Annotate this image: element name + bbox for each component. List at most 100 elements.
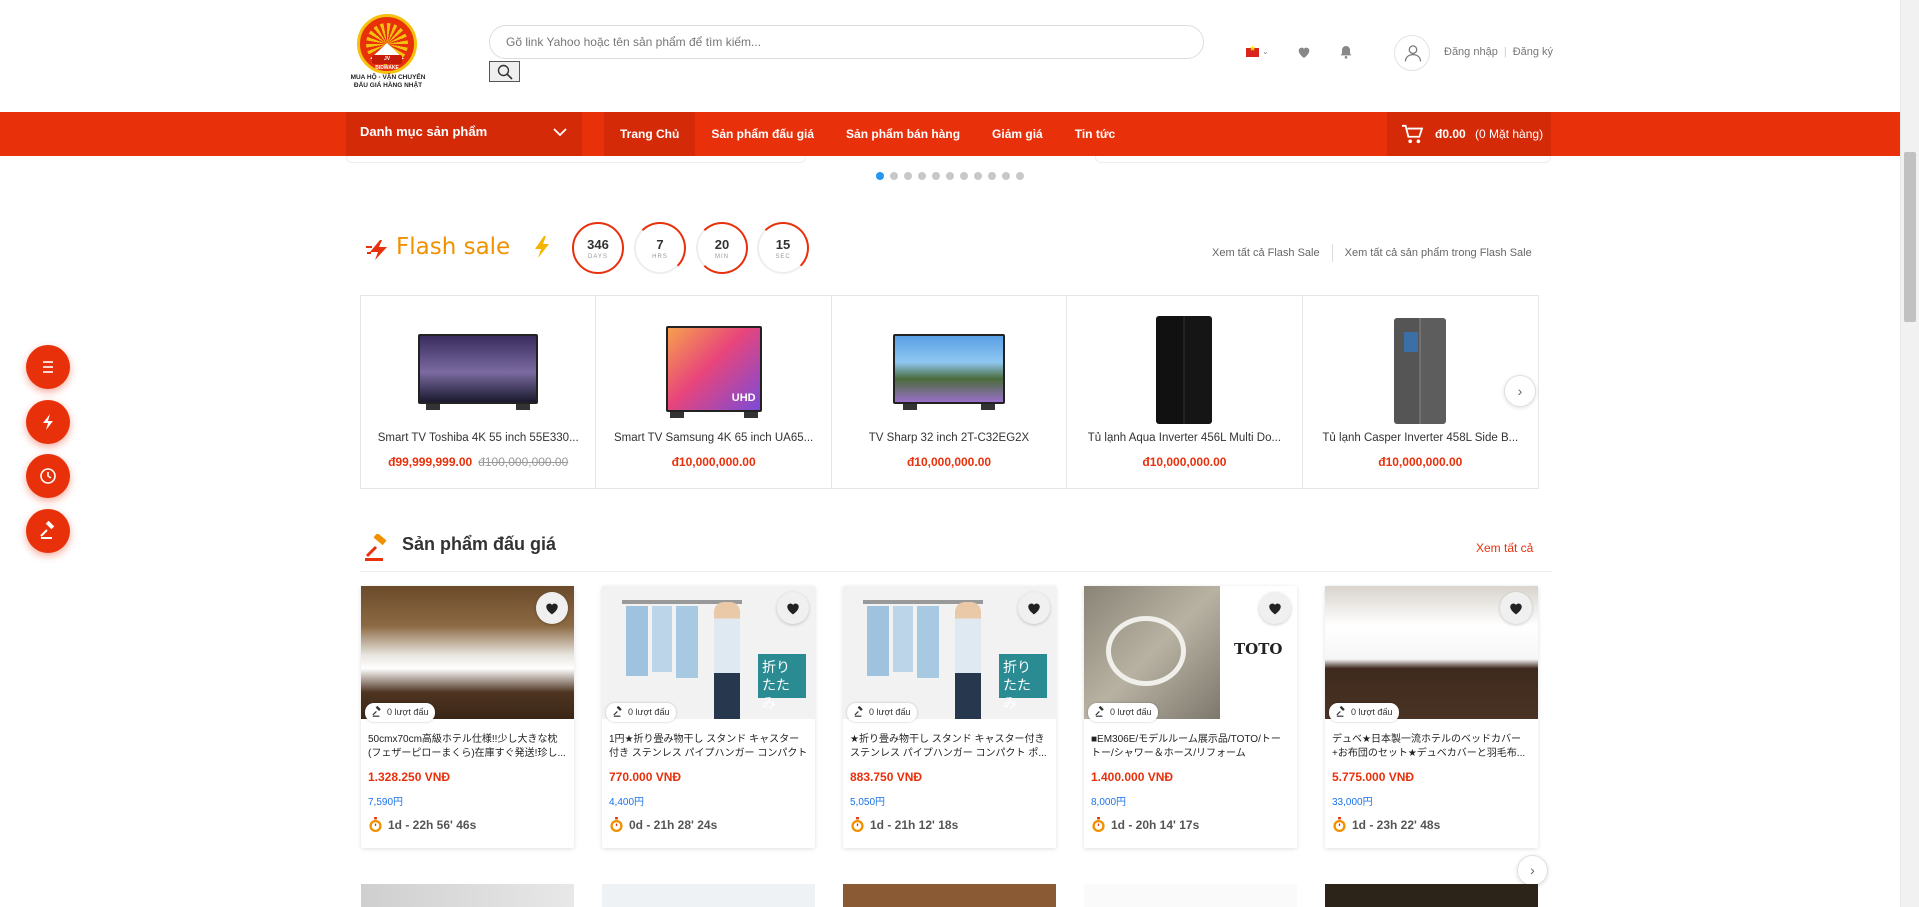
flash-product-card[interactable]: Tủ lạnh Aqua Inverter 456L Multi Do... đ… <box>1067 296 1303 488</box>
auction-view-all-link[interactable]: Xem tất cả <box>1476 541 1533 555</box>
search-box <box>489 25 1204 59</box>
price-yen: 33,000円 <box>1332 797 1373 808</box>
product-name: Smart TV Samsung 4K 65 inch UA65... <box>614 432 814 444</box>
auction-card[interactable]: TOTO 0 lượt đấu ■EM306E/モデルルーム展示品/TOTO/ト… <box>1084 586 1297 848</box>
heart-icon <box>1510 603 1522 615</box>
flash-sale-next-button[interactable]: › <box>1504 375 1536 407</box>
search-input[interactable] <box>490 26 1203 58</box>
stopwatch-icon <box>369 817 382 833</box>
flash-product-card[interactable]: TV Sharp 32 inch 2T-C32EG2X đ10,000,000.… <box>832 296 1068 488</box>
flash-product-card[interactable]: UHD Smart TV Samsung 4K 65 inch UA65... … <box>596 296 832 488</box>
nav-news[interactable]: Tin tức <box>1059 112 1131 156</box>
nav-auction-products[interactable]: Sản phẩm đấu giá <box>695 112 830 156</box>
favorite-button[interactable] <box>1259 592 1291 624</box>
favorite-button[interactable] <box>1500 592 1532 624</box>
auction-card[interactable]: 折り たたみ 0 lượt đấu ★折り畳み物干し スタンド キャスター付き ス… <box>843 586 1056 848</box>
register-link[interactable]: Đăng ký <box>1513 46 1553 58</box>
price-yen: 7,590円 <box>368 797 404 808</box>
product-name: ■EM306E/モデルルーム展示品/TOTO/トートー/シャワー＆ホース/リフォ… <box>1091 734 1281 759</box>
favorite-button[interactable] <box>777 592 809 624</box>
section-divider <box>360 571 1552 572</box>
product-image <box>418 334 539 410</box>
carousel-dot[interactable] <box>960 172 968 180</box>
flash-sale-links: Xem tất cả Flash Sale Xem tất cả sản phẩm… <box>1200 244 1544 262</box>
carousel-dot[interactable] <box>932 172 940 180</box>
auction-card[interactable] <box>361 884 574 907</box>
main-nav: Danh mục sản phẩm Trang Chủ Sản phẩm đấu… <box>0 112 1900 156</box>
vietnam-flag-icon[interactable] <box>1246 44 1259 57</box>
chevron-down-icon[interactable]: ⌄ <box>1262 47 1269 56</box>
price-vnd: 770.000 VNĐ <box>609 770 682 784</box>
chevron-down-icon <box>553 128 567 137</box>
auction-card[interactable]: 0 lượt đấu 50cmx70cm高級ホテル仕様!!少し大きな枕(フェザー… <box>361 586 574 848</box>
carousel-dot[interactable] <box>890 172 898 180</box>
search-button[interactable] <box>489 61 520 82</box>
product-name: Tủ lạnh Aqua Inverter 456L Multi Do... <box>1087 432 1282 444</box>
stopwatch-icon <box>851 817 864 833</box>
scrollbar-thumb[interactable] <box>1904 152 1916 322</box>
view-all-flash-sale-link[interactable]: Xem tất cả Flash Sale <box>1212 247 1320 259</box>
heart-icon[interactable] <box>1296 44 1314 62</box>
auction-card[interactable]: 0 lượt đấu デュベ★日本製一流ホテルのベッドカバー+お布団のセット★デ… <box>1325 586 1538 848</box>
auction-next-button[interactable]: › <box>1517 855 1548 886</box>
flash-product-card[interactable]: Smart TV Toshiba 4K 55 inch 55E330... đ9… <box>361 296 597 488</box>
cart-icon <box>1402 124 1423 144</box>
countdown-minutes: 20 MIN <box>696 222 748 274</box>
menu-float-button[interactable] <box>26 345 70 389</box>
cart-button[interactable]: đ0.00 (0 Mặt hàng) <box>1387 112 1551 156</box>
nav-discount[interactable]: Giảm giá <box>976 112 1059 156</box>
auction-float-button[interactable] <box>26 509 70 553</box>
carousel-dot[interactable] <box>974 172 982 180</box>
time-remaining: 1d - 23h 22' 48s <box>1332 817 1440 833</box>
product-price: đ10,000,000.00 <box>671 455 756 469</box>
countdown-days: 346 DAYS <box>572 222 624 274</box>
auction-card[interactable]: 折り たたみ 0 lượt đấu 1円★折り畳み物干し スタンド キャスター付き… <box>602 586 815 848</box>
nav-sale-products[interactable]: Sản phẩm bán hàng <box>830 112 976 156</box>
user-avatar[interactable] <box>1394 35 1430 71</box>
top-header: JV BIDWAKE MUA HỘ - VẬN CHUYỂN ĐẤU GIÁ H… <box>0 0 1900 112</box>
price-vnd: 5.775.000 VNĐ <box>1332 770 1415 784</box>
bell-icon[interactable] <box>1338 44 1356 62</box>
flash-product-card[interactable]: Tủ lạnh Casper Inverter 458L Side B... đ… <box>1303 296 1538 488</box>
product-price: đ10,000,000.00 <box>1378 455 1463 469</box>
carousel-dot[interactable] <box>918 172 926 180</box>
gavel-icon <box>854 706 863 717</box>
lightning-icon <box>43 414 53 430</box>
nav-home[interactable]: Trang Chủ <box>604 112 696 156</box>
price-yen: 5,050円 <box>850 797 886 808</box>
page-scrollbar[interactable] <box>1900 0 1919 907</box>
auction-card[interactable] <box>602 884 815 907</box>
image-overlay-text: 折り たたみ <box>758 654 806 711</box>
logo-emblem: JV BIDWAKE <box>357 14 417 74</box>
carousel-dot[interactable] <box>1002 172 1010 180</box>
login-link[interactable]: Đăng nhập <box>1444 46 1498 58</box>
time-remaining: 0d - 21h 28' 24s <box>609 817 717 833</box>
chevron-right-icon: › <box>1517 383 1523 399</box>
carousel-dot[interactable] <box>876 172 884 180</box>
carousel-dot[interactable] <box>946 172 954 180</box>
heart-icon <box>787 603 799 615</box>
site-logo[interactable]: JV BIDWAKE MUA HỘ - VẬN CHUYỂN ĐẤU GIÁ H… <box>346 14 430 94</box>
product-image <box>1394 318 1447 424</box>
favorite-button[interactable] <box>536 592 568 624</box>
flash-sale-float-button[interactable] <box>26 400 70 444</box>
auction-card[interactable] <box>1084 884 1297 907</box>
auth-links: Đăng nhập | Đăng ký <box>1444 46 1554 58</box>
product-price: đ10,000,000.00 <box>906 455 992 469</box>
banner-card <box>346 156 806 163</box>
auction-card[interactable] <box>1325 884 1538 907</box>
category-menu-button[interactable]: Danh mục sản phẩm <box>346 112 582 156</box>
bid-count-badge: 0 lượt đấu <box>1329 703 1400 722</box>
carousel-dot[interactable] <box>988 172 996 180</box>
bid-count-badge: 0 lượt đấu <box>365 703 436 722</box>
carousel-dot[interactable] <box>904 172 912 180</box>
carousel-dot[interactable] <box>1016 172 1024 180</box>
banner-card <box>1095 156 1551 163</box>
auction-card[interactable] <box>843 884 1056 907</box>
history-float-button[interactable] <box>26 454 70 498</box>
product-name: デュベ★日本製一流ホテルのベッドカバー+お布団のセット★デュベカバーと羽毛布..… <box>1332 734 1526 759</box>
product-image <box>1156 316 1213 424</box>
favorite-button[interactable] <box>1018 592 1050 624</box>
view-all-flash-sale-products-link[interactable]: Xem tất cả sản phẩm trong Flash Sale <box>1345 247 1532 259</box>
price-vnd: 1.400.000 VNĐ <box>1091 770 1174 784</box>
